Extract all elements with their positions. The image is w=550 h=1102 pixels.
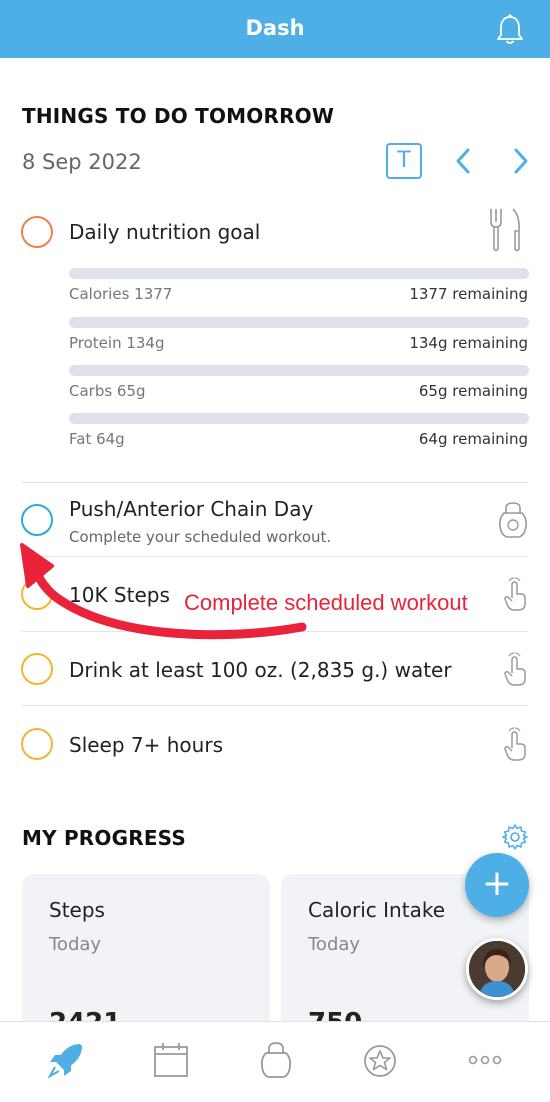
divider [22,482,528,483]
carbs-remaining: 65g remaining [418,382,528,400]
protein-bar [69,317,529,328]
gear-icon[interactable] [501,823,529,851]
chevron-right-icon[interactable] [508,144,534,178]
kettlebell-icon[interactable] [256,1040,296,1080]
workout-title: Push/Anterior Chain Day [69,497,314,521]
workout-subtitle: Complete your scheduled workout. [69,528,332,546]
progress-heading: MY PROGRESS [22,826,186,850]
app-header: Dash [0,0,550,58]
fat-label: Fat 64g [69,430,125,448]
carbs-label: Carbs 65g [69,382,146,400]
fat-remaining: 64g remaining [418,430,528,448]
divider [22,556,528,557]
add-button[interactable]: + [465,853,529,917]
todo-date: 8 Sep 2022 [22,150,142,174]
tab-bar [0,1021,550,1102]
avatar-image [469,941,525,997]
nutrition-checkbox[interactable] [21,216,53,248]
calories-bar [69,268,529,279]
steps-title: 10K Steps [69,583,170,607]
fat-bar [69,413,529,424]
today-button[interactable]: T [386,143,422,179]
bell-icon[interactable] [492,12,528,48]
finger-tap-icon [504,727,526,761]
calories-remaining: 1377 remaining [409,285,528,303]
protein-remaining: 134g remaining [409,334,528,352]
chevron-left-icon[interactable] [450,144,476,178]
steps-checkbox[interactable] [21,578,53,610]
protein-label: Protein 134g [69,334,165,352]
calories-label: Calories 1377 [69,285,173,303]
todo-heading: THINGS TO DO TOMORROW [22,104,335,128]
header-title: Dash [245,16,305,40]
steps-card-period: Today [49,934,102,955]
finger-tap-icon [504,577,526,611]
divider [22,705,528,706]
water-checkbox[interactable] [21,653,53,685]
workout-checkbox[interactable] [21,504,53,536]
more-dots-icon[interactable] [465,1040,505,1080]
annotation-label: Complete scheduled workout [184,590,468,615]
finger-tap-icon [504,652,526,686]
sleep-title: Sleep 7+ hours [69,733,223,757]
nutrition-title: Daily nutrition goal [69,220,261,244]
caloric-card-period: Today [308,934,361,955]
carbs-bar [69,365,529,376]
sleep-checkbox[interactable] [21,728,53,760]
coach-avatar[interactable] [466,938,528,1000]
calendar-icon[interactable] [151,1040,191,1080]
steps-card-title: Steps [49,898,105,922]
caloric-card-title: Caloric Intake [308,898,445,922]
star-badge-icon[interactable] [360,1040,400,1080]
rocket-icon[interactable] [46,1040,86,1080]
divider [22,631,528,632]
kettlebell-icon [499,502,527,538]
fork-knife-icon [490,208,520,252]
water-title: Drink at least 100 oz. (2,835 g.) water [69,658,452,682]
